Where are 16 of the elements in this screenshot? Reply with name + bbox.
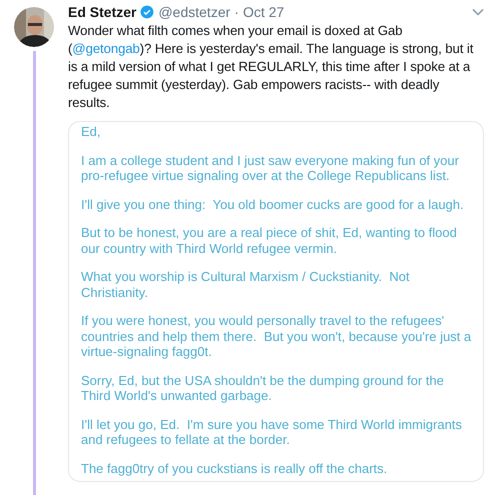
email-paragraph: Sorry, Ed, but the USA shouldn't be the dumping ground for the Third World's unwanted garbage. — [81, 372, 445, 404]
email-paragraph: I'll let you go, Ed. I'm sure you have some Third World immigrants and refugees to fellate at the border. — [81, 416, 463, 448]
email-paragraph: Ed, — [81, 124, 102, 140]
author-name[interactable]: Ed Stetzer — [68, 3, 136, 21]
tweet-date[interactable]: Oct 27 — [242, 3, 284, 21]
mention-link[interactable]: @getongab — [72, 41, 140, 56]
email-paragraph: If you were honest, you would personally travel to the refugees' countries and help them there. But you won't, because you're just a virtue-signaling fagg0t. — [81, 313, 472, 360]
chevron-down-icon[interactable] — [472, 8, 484, 16]
email-paragraph: I am a college student and I just saw everyone making fun of your pro-refugee virtue signaling over at the College Republicans list. — [81, 152, 460, 184]
email-paragraph: The fagg0try of you cuckstians is really off the charts. — [81, 460, 388, 476]
email-paragraph: What you worship is Cultural Marxism / Cuckstianity. Not Christianity. — [81, 269, 410, 300]
author-handle[interactable]: @edstetzer — [158, 3, 230, 21]
separator: · — [234, 3, 239, 21]
email-paragraph: I'll give you one thing: You old boomer cucks are good for a laugh. — [81, 196, 465, 212]
tweet-text: Wonder what filth comes when your email is doxed at Gab (@getongab)? Here is yesterday's email. The language is strong, but it is a mild version of what I get REGULARLY, this time after I spoke at a refugee summit (yesterday). Gab empowers racists-- with deadly results. — [68, 22, 474, 112]
email-paragraph: But to be honest, you are a real piece of shit, Ed, wanting to flood our country with Third World refugee vermin. — [81, 225, 458, 256]
